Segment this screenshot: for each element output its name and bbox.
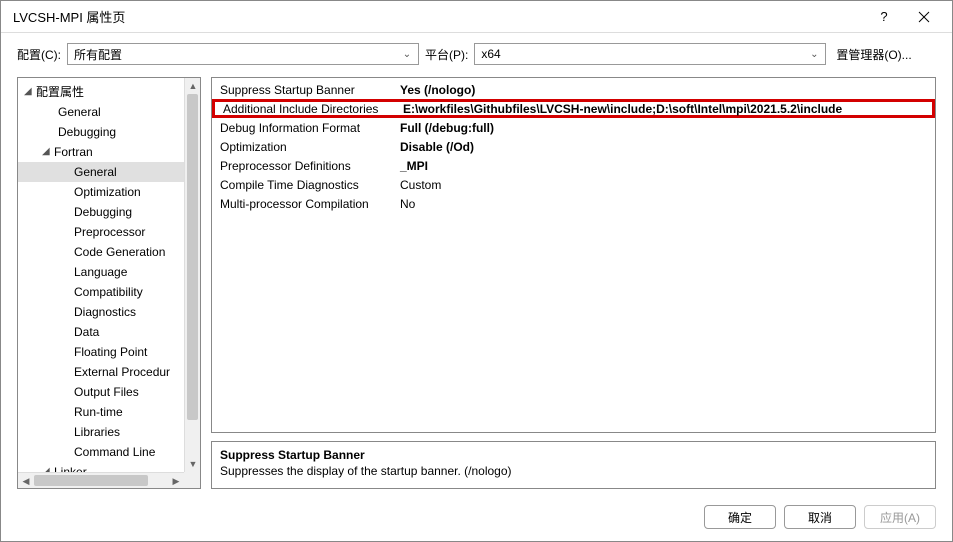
grid-row-multiproc[interactable]: Multi-processor Compilation No — [212, 194, 935, 213]
config-combobox[interactable]: 所有配置 ⌄ — [67, 43, 419, 65]
help-button[interactable]: ? — [864, 2, 904, 32]
property-grid: Suppress Startup Banner Yes (/nologo) Ad… — [211, 77, 936, 433]
tree-node-fortran-compat[interactable]: Compatibility — [18, 282, 200, 302]
ok-button[interactable]: 确定 — [704, 505, 776, 529]
window-title: LVCSH-MPI 属性页 — [13, 7, 864, 26]
tree-node-fortran-runtime[interactable]: Run-time — [18, 402, 200, 422]
tree-node-fortran-libs[interactable]: Libraries — [18, 422, 200, 442]
tree-node-fortran-general[interactable]: General — [18, 162, 200, 182]
grid-row-compile-diag[interactable]: Compile Time Diagnostics Custom — [212, 175, 935, 194]
tree-node-fortran-preprocessor[interactable]: Preprocessor — [18, 222, 200, 242]
tree-node-debugging[interactable]: Debugging — [18, 122, 200, 142]
tree-node-general[interactable]: General — [18, 102, 200, 122]
grid-row-debug-format[interactable]: Debug Information Format Full (/debug:fu… — [212, 118, 935, 137]
titlebar: LVCSH-MPI 属性页 ? — [1, 1, 952, 33]
main-content: ◢ 配置属性 General Debugging ◢ Fortran Gener… — [1, 77, 952, 497]
tree-node-root[interactable]: ◢ 配置属性 — [18, 82, 200, 102]
config-label: 配置(C): — [17, 46, 61, 63]
apply-button[interactable]: 应用(A) — [864, 505, 936, 529]
scroll-down-icon[interactable]: ▼ — [185, 456, 201, 472]
config-toolbar: 配置(C): 所有配置 ⌄ 平台(P): x64 ⌄ 置管理器(O)... — [1, 33, 952, 77]
tree-node-fortran-debugging[interactable]: Debugging — [18, 202, 200, 222]
tree-node-fortran-float[interactable]: Floating Point — [18, 342, 200, 362]
tree-vscrollbar[interactable]: ▲ ▼ — [184, 78, 200, 472]
collapse-icon: ◢ — [42, 142, 54, 162]
tree-node-fortran-language[interactable]: Language — [18, 262, 200, 282]
right-column: Suppress Startup Banner Yes (/nologo) Ad… — [211, 77, 936, 489]
chevron-down-icon: ⌄ — [400, 49, 414, 60]
grid-row-optimization[interactable]: Optimization Disable (/Od) — [212, 137, 935, 156]
config-tree: ◢ 配置属性 General Debugging ◢ Fortran Gener… — [18, 78, 200, 486]
description-title: Suppress Startup Banner — [220, 448, 927, 462]
tree-node-fortran-cmdline[interactable]: Command Line — [18, 442, 200, 462]
tree-node-fortran-codegen[interactable]: Code Generation — [18, 242, 200, 262]
help-icon: ? — [880, 9, 887, 24]
config-manager-button[interactable]: 置管理器(O)... — [832, 43, 915, 65]
platform-value: x64 — [481, 47, 500, 61]
tree-node-fortran-diag[interactable]: Diagnostics — [18, 302, 200, 322]
tree-node-fortran-output[interactable]: Output Files — [18, 382, 200, 402]
scroll-thumb[interactable] — [187, 94, 198, 420]
tree-hscrollbar[interactable]: ◀ ▶ — [18, 472, 184, 488]
tree-node-fortran-data[interactable]: Data — [18, 322, 200, 342]
scroll-right-icon[interactable]: ▶ — [168, 473, 184, 489]
grid-row-suppress-banner[interactable]: Suppress Startup Banner Yes (/nologo) — [212, 80, 935, 99]
tree-node-fortran-extproc[interactable]: External Procedur — [18, 362, 200, 382]
tree-node-fortran-optimization[interactable]: Optimization — [18, 182, 200, 202]
platform-label: 平台(P): — [425, 46, 468, 63]
cancel-button[interactable]: 取消 — [784, 505, 856, 529]
scroll-up-icon[interactable]: ▲ — [185, 78, 201, 94]
property-page-dialog: LVCSH-MPI 属性页 ? 配置(C): 所有配置 ⌄ 平台(P): x64… — [0, 0, 953, 542]
config-value: 所有配置 — [74, 46, 122, 63]
close-icon — [918, 11, 930, 23]
description-panel: Suppress Startup Banner Suppresses the d… — [211, 441, 936, 489]
scroll-thumb[interactable] — [34, 475, 148, 486]
description-text: Suppresses the display of the startup ba… — [220, 464, 927, 478]
scroll-left-icon[interactable]: ◀ — [18, 473, 34, 489]
tree-node-fortran[interactable]: ◢ Fortran — [18, 142, 200, 162]
grid-row-include-dirs[interactable]: Additional Include Directories E:\workfi… — [212, 99, 935, 118]
platform-combobox[interactable]: x64 ⌄ — [474, 43, 826, 65]
tree-panel: ◢ 配置属性 General Debugging ◢ Fortran Gener… — [17, 77, 201, 489]
collapse-icon: ◢ — [24, 82, 36, 102]
close-button[interactable] — [904, 2, 944, 32]
grid-row-preproc-defs[interactable]: Preprocessor Definitions _MPI — [212, 156, 935, 175]
chevron-down-icon: ⌄ — [807, 49, 821, 60]
dialog-footer: 确定 取消 应用(A) — [1, 497, 952, 541]
